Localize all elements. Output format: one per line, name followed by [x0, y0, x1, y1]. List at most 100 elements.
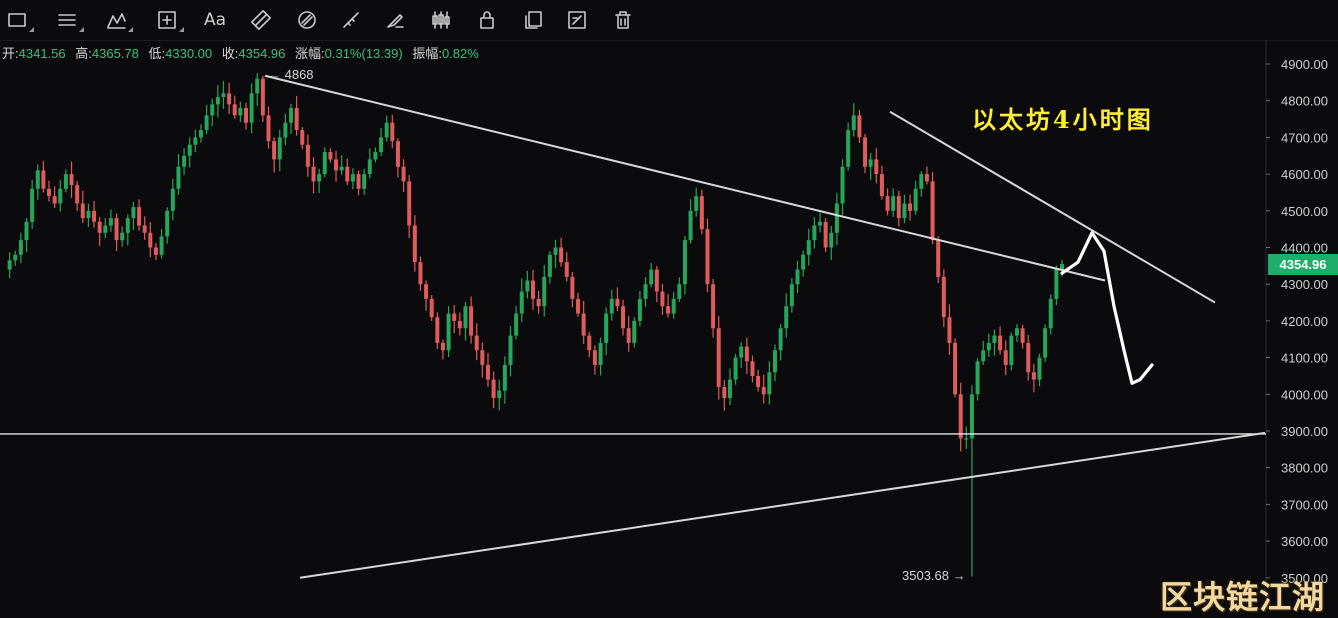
- trash-icon[interactable]: [610, 6, 636, 34]
- candle-body: [379, 137, 384, 153]
- candle-body: [626, 328, 631, 343]
- candle-body: [13, 254, 18, 261]
- candle-body: [159, 236, 164, 255]
- candle-body: [334, 159, 339, 171]
- candle-body: [778, 328, 783, 351]
- candle-body: [570, 276, 575, 299]
- candle-body: [176, 166, 181, 189]
- candle-body: [536, 298, 541, 307]
- candle-body: [215, 97, 220, 105]
- candle-body: [221, 93, 226, 98]
- candle-body: [688, 210, 693, 241]
- candle-body: [1003, 350, 1008, 365]
- measure-tool-icon[interactable]: [154, 6, 184, 34]
- copy-drawing-icon[interactable]: [520, 6, 546, 34]
- y-tick-label: 4000.00: [1281, 387, 1328, 402]
- candle-body: [902, 203, 907, 219]
- candle-body: [165, 210, 170, 237]
- ruler-icon[interactable]: [338, 6, 364, 34]
- candle-body: [86, 210, 91, 219]
- y-tick-label: 3700.00: [1281, 497, 1328, 512]
- candle-body: [210, 104, 215, 116]
- candles-visibility-icon[interactable]: [428, 6, 454, 34]
- candle-body: [525, 280, 530, 292]
- candle-body: [1014, 328, 1019, 336]
- candle-body: [193, 137, 198, 145]
- candle-body: [992, 335, 997, 343]
- magnet-strong-icon[interactable]: [294, 6, 320, 34]
- text-tool-button[interactable]: Aa: [200, 6, 230, 34]
- lock-icon[interactable]: [474, 6, 500, 34]
- candle-body: [671, 298, 676, 314]
- candle-body: [840, 166, 845, 204]
- candle-body: [632, 320, 637, 343]
- candle-body: [345, 166, 350, 182]
- candle-body: [356, 174, 361, 189]
- candle-body: [1054, 269, 1059, 299]
- candle-body: [924, 174, 929, 182]
- candle-body: [440, 342, 445, 351]
- candle-body: [339, 166, 344, 171]
- brush-icon[interactable]: [382, 6, 408, 34]
- candle-body: [722, 386, 727, 398]
- candle-body: [666, 306, 671, 314]
- last-price-tag: 4354.96: [1268, 254, 1338, 275]
- candle-body: [699, 196, 704, 230]
- candle-body: [986, 342, 991, 351]
- candle-body: [874, 159, 879, 175]
- candle-body: [435, 317, 440, 343]
- candle-body: [834, 203, 839, 233]
- candle-body: [131, 207, 136, 219]
- candle-body: [772, 350, 777, 373]
- candle-body: [41, 170, 46, 189]
- candle-body: [879, 174, 884, 197]
- candle-body: [114, 218, 119, 241]
- candle-body: [457, 320, 462, 329]
- candle-body: [857, 115, 862, 138]
- candle-body: [784, 306, 789, 329]
- candle-body: [1009, 335, 1014, 365]
- candle-body: [649, 269, 654, 285]
- candle-body: [953, 342, 958, 395]
- candle-body: [469, 306, 474, 336]
- pattern-tool-icon[interactable]: [103, 6, 133, 34]
- candle-body: [390, 122, 395, 142]
- candle-body: [756, 375, 761, 387]
- candle-body: [581, 313, 586, 336]
- candle-body: [812, 225, 817, 241]
- candle-body: [47, 188, 52, 197]
- candle-body: [806, 240, 811, 255]
- candle-body: [395, 141, 400, 167]
- candle-body: [238, 108, 243, 116]
- candle-body: [35, 170, 40, 189]
- candle-body: [576, 298, 581, 314]
- drawing-settings-icon[interactable]: [564, 6, 590, 34]
- candle-body: [463, 306, 468, 329]
- tool-dropdown-corner: [79, 27, 84, 32]
- candle-body: [491, 379, 496, 398]
- rectangle-tool-icon[interactable]: [4, 6, 34, 34]
- candle-body: [148, 232, 153, 248]
- candle-body: [187, 144, 192, 156]
- magnet-icon[interactable]: [248, 6, 274, 34]
- y-tick-label: 4700.00: [1281, 130, 1328, 145]
- candle-body: [868, 159, 873, 167]
- candle-body: [694, 196, 699, 211]
- candle-body: [272, 141, 277, 160]
- candle-body: [350, 174, 355, 182]
- candle-body: [125, 218, 130, 233]
- parallel-lines-tool-icon[interactable]: [54, 6, 84, 34]
- candle-body: [153, 247, 158, 255]
- candle-body: [711, 284, 716, 329]
- candle-body: [474, 335, 479, 351]
- candle-body: [553, 247, 558, 255]
- candle-body: [266, 115, 271, 142]
- candle-body: [846, 130, 851, 167]
- candle-body: [559, 247, 564, 263]
- candle-body: [418, 262, 423, 285]
- candle-body: [142, 225, 147, 233]
- candle-body: [705, 229, 710, 285]
- y-tick-label: 3600.00: [1281, 534, 1328, 549]
- candle-body: [643, 284, 648, 299]
- candle-body: [69, 174, 74, 186]
